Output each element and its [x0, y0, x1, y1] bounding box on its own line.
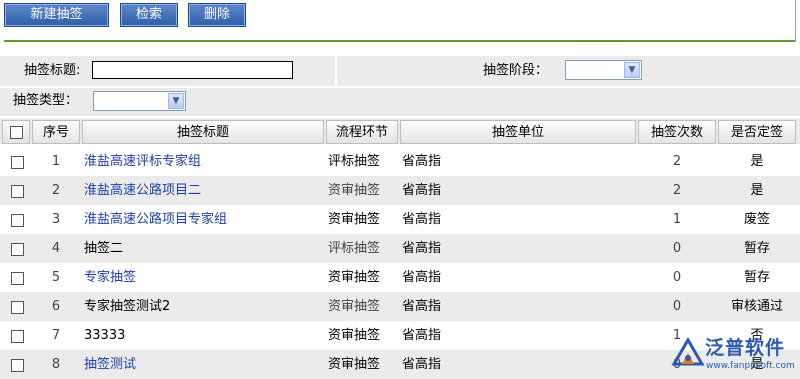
row-no: 4 [51, 241, 61, 256]
row-no: 5 [51, 270, 61, 285]
toolbar-right-edge [795, 0, 796, 42]
row-stage: 资审抽签 [328, 212, 381, 227]
row-status: 暂存 [743, 241, 770, 256]
row-checkbox[interactable] [11, 301, 24, 314]
row-stage: 资审抽签 [328, 183, 381, 198]
row-title[interactable]: 淮盐高速评标专家组 [84, 147, 324, 176]
table-row[interactable]: 1 淮盐高速评标专家组 评标抽签 省高指 2 是 [0, 147, 800, 176]
delete-button[interactable]: 删除 [188, 3, 246, 27]
form-cell-divider [335, 56, 337, 86]
row-stage: 资审抽签 [328, 299, 381, 314]
form-row-divider [0, 86, 800, 88]
row-title[interactable]: 淮盐高速公路项目专家组 [84, 205, 324, 234]
row-checkbox[interactable] [11, 185, 24, 198]
row-title: 抽签二 [84, 241, 124, 256]
brand-name: 泛普软件 [705, 337, 786, 359]
row-status: 审核通过 [730, 299, 783, 314]
row-count: 0 [672, 299, 682, 314]
row-stage: 资审抽签 [328, 328, 381, 343]
row-checkbox[interactable] [11, 272, 24, 285]
new-draw-button[interactable]: 新建抽签 [4, 3, 109, 27]
row-checkbox[interactable] [11, 359, 24, 372]
draw-stage-label: 抽签阶段： [483, 63, 549, 78]
col-header-unit[interactable]: 抽签单位 [400, 120, 636, 144]
table-header: 序号 抽签标题 流程环节 抽签单位 抽签次数 是否定签 [0, 118, 800, 144]
row-unit: 省高指 [402, 328, 442, 343]
row-title[interactable]: 淮盐高速公路项目二 [84, 176, 324, 205]
row-stage: 资审抽签 [328, 357, 381, 372]
col-header-stage[interactable]: 流程环节 [326, 120, 398, 144]
row-stage: 评标抽签 [328, 241, 381, 256]
row-unit: 省高指 [402, 299, 442, 314]
row-checkbox[interactable] [11, 156, 24, 169]
row-no: 2 [51, 183, 61, 198]
search-button[interactable]: 检索 [120, 3, 178, 27]
row-unit: 省高指 [402, 212, 442, 227]
brand-watermark: 泛普软件 www.fanpusoft.com [668, 330, 800, 379]
brand-url: www.fanpusoft.com [706, 361, 795, 371]
row-no: 7 [51, 328, 61, 343]
table-row[interactable]: 6 专家抽签测试2 资审抽签 省高指 0 审核通过 [0, 292, 800, 321]
row-unit: 省高指 [402, 357, 442, 372]
col-header-no[interactable]: 序号 [32, 120, 80, 144]
row-status: 废签 [743, 212, 770, 227]
chevron-down-icon[interactable]: ▼ [168, 93, 184, 109]
search-form: 抽签标题: 抽签阶段： ▼ 抽签类型： ▼ [0, 56, 800, 116]
header-divider [4, 40, 796, 42]
row-checkbox[interactable] [11, 243, 24, 256]
row-unit: 省高指 [402, 154, 442, 169]
draw-title-label: 抽签标题: [24, 63, 81, 78]
table-row[interactable]: 5 专家抽签 资审抽签 省高指 0 暂存 [0, 263, 800, 292]
col-header-count[interactable]: 抽签次数 [638, 120, 716, 144]
row-count: 0 [672, 241, 682, 256]
toolbar: 新建抽签 检索 删除 [0, 0, 800, 32]
brand-logo-icon [671, 337, 705, 366]
draw-type-select[interactable]: ▼ [93, 91, 186, 111]
select-all-header [2, 120, 30, 144]
row-no: 8 [51, 357, 61, 372]
row-unit: 省高指 [402, 241, 442, 256]
table-row[interactable]: 2 淮盐高速公路项目二 资审抽签 省高指 2 是 [0, 176, 800, 205]
row-no: 3 [51, 212, 61, 227]
row-no: 1 [51, 154, 61, 169]
row-count: 2 [672, 154, 682, 169]
table-row[interactable]: 4 抽签二 评标抽签 省高指 0 暂存 [0, 234, 800, 263]
row-stage: 资审抽签 [328, 270, 381, 285]
draw-title-input[interactable] [92, 61, 293, 79]
row-checkbox[interactable] [11, 214, 24, 227]
row-status: 暂存 [743, 270, 770, 285]
select-all-checkbox[interactable] [10, 126, 23, 139]
draw-stage-select[interactable]: ▼ [565, 60, 642, 80]
row-status: 是 [750, 183, 764, 198]
row-checkbox[interactable] [11, 330, 24, 343]
row-count: 1 [672, 212, 682, 227]
table-row[interactable]: 3 淮盐高速公路项目专家组 资审抽签 省高指 1 废签 [0, 205, 800, 234]
row-unit: 省高指 [402, 270, 442, 285]
row-title: 33333 [84, 328, 126, 343]
row-stage: 评标抽签 [328, 154, 381, 169]
row-title[interactable]: 专家抽签 [84, 263, 324, 292]
row-title: 专家抽签测试2 [84, 299, 171, 314]
row-title[interactable]: 抽签测试 [84, 350, 324, 379]
col-header-title[interactable]: 抽签标题 [82, 120, 324, 144]
col-header-status[interactable]: 是否定签 [718, 120, 796, 144]
row-no: 6 [51, 299, 61, 314]
row-count: 0 [672, 270, 682, 285]
row-status: 是 [750, 154, 764, 169]
draw-type-label: 抽签类型： [13, 93, 79, 108]
row-count: 2 [672, 183, 682, 198]
chevron-down-icon[interactable]: ▼ [624, 62, 640, 78]
row-unit: 省高指 [402, 183, 442, 198]
